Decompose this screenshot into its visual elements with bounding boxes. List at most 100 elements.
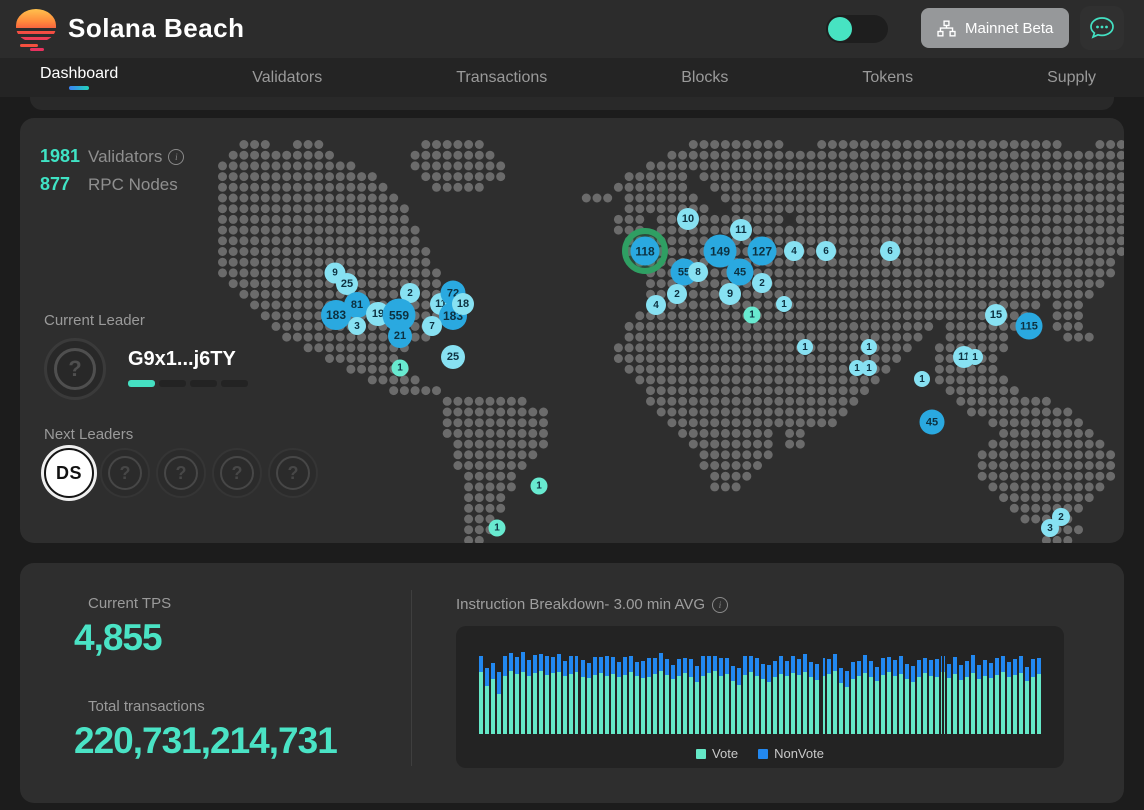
nav-supply[interactable]: Supply [1047,69,1096,87]
map-bubble[interactable]: 11 [730,219,752,241]
map-bubble[interactable]: 2 [667,284,687,304]
sunset-logo-icon[interactable] [14,7,58,51]
next-leader-avatar[interactable]: ? [212,448,262,498]
map-bubble[interactable]: 183 [321,300,351,330]
map-bubble[interactable]: 1 [744,307,761,324]
chart-bar [1001,656,1005,734]
chart-bar [1019,656,1023,734]
vertical-divider [411,590,412,766]
chart-gridline [699,636,701,734]
chart-bar [635,662,639,734]
theme-toggle[interactable] [826,15,888,43]
chart-bar [917,660,921,734]
validators-info-icon[interactable]: i [168,149,184,165]
map-bubble[interactable]: 1 [914,371,930,387]
chart-bar [707,656,711,734]
map-bubble[interactable]: 25 [441,345,465,369]
map-bubble[interactable]: 10 [677,208,699,230]
chart-bar [761,664,765,734]
map-bubble[interactable]: 4 [784,241,804,261]
current-leader-name[interactable]: G9x1...j6TY [128,348,236,371]
nav-dashboard[interactable]: Dashboard [40,65,118,90]
next-leader-avatar[interactable]: ? [156,448,206,498]
chart-bar [911,666,915,734]
question-mark-icon: ? [54,348,96,390]
chart-bar [725,658,729,734]
question-mark-icon: ? [108,456,142,490]
chart-bar [533,655,537,734]
map-bubble[interactable]: 45 [920,410,945,435]
map-bubble[interactable]: 115 [1016,313,1043,340]
chart-bar [659,653,663,734]
chart-bar [785,661,789,734]
chart-bar [845,671,849,734]
legend-nonvote[interactable]: NonVote [758,746,824,761]
map-bubble[interactable]: 45 [727,259,754,286]
active-tab-underline [69,86,89,90]
chart-info-icon[interactable]: i [712,597,728,613]
chart-bar [629,656,633,734]
chart-bar [815,664,819,734]
map-bubble[interactable]: 1 [531,478,548,495]
chart-bar [671,665,675,734]
chat-button[interactable] [1080,6,1124,50]
chart-bar [713,656,717,734]
map-bubble[interactable]: 21 [388,324,412,348]
nav-tokens[interactable]: Tokens [862,69,913,87]
chart-bar [899,656,903,734]
chart-bar [947,664,951,734]
map-bubble[interactable]: 118 [631,237,660,266]
next-leader-avatar-ds[interactable]: DS [44,448,94,498]
nav-transactions[interactable]: Transactions [456,69,547,87]
map-bubble[interactable]: 1 [861,360,877,376]
instruction-breakdown-chart: Vote NonVote [456,626,1064,768]
map-bubble[interactable]: 3 [1041,519,1059,537]
map-bubble[interactable]: 7 [422,316,442,336]
chart-bar [839,668,843,734]
chart-bar [497,672,501,734]
chart-bar [623,657,627,734]
current-leader-avatar[interactable]: ? [44,338,106,400]
next-leader-avatar[interactable]: ? [100,448,150,498]
map-bubble[interactable]: 9 [719,283,741,305]
map-bubble[interactable]: 18 [452,293,474,315]
map-bubble[interactable]: 6 [816,241,836,261]
network-icon [937,20,956,37]
map-bubble[interactable]: 127 [748,237,777,266]
map-bubble[interactable]: 1 [776,296,792,312]
nonvote-swatch [758,749,768,759]
map-bubble[interactable]: 3 [348,317,366,335]
map-bubble[interactable]: 4 [646,295,666,315]
chart-bar [857,661,861,734]
next-leader-avatar[interactable]: ? [268,448,318,498]
total-transactions-value: 220,731,214,731 [74,720,337,762]
chart-bar [869,661,873,734]
map-bubble[interactable]: 1 [489,520,506,537]
network-select-button[interactable]: Mainnet Beta [921,8,1069,48]
map-bubble[interactable]: 6 [880,241,900,261]
map-bubble[interactable]: 2 [752,273,772,293]
chart-bar [545,656,549,734]
chart-bar [521,652,525,734]
chart-bar [743,656,747,734]
nav-validators[interactable]: Validators [252,69,322,87]
nav-blocks[interactable]: Blocks [681,69,728,87]
chart-bar [1025,667,1029,734]
chart-bar [683,658,687,734]
map-bubble[interactable]: 15 [985,304,1007,326]
current-tps-label: Current TPS [88,595,171,612]
chart-bar [779,656,783,734]
chart-bar [569,656,573,734]
chart-bar [923,658,927,734]
chart-bar [791,656,795,734]
chart-bar [995,658,999,734]
map-bubble[interactable]: 1 [392,360,409,377]
chart-bar [827,659,831,734]
map-bubble[interactable]: 1 [797,339,813,355]
map-bubble[interactable]: 1 [967,349,983,365]
legend-vote[interactable]: Vote [696,746,738,761]
map-bubble[interactable]: 8 [688,262,708,282]
chart-bar [767,665,771,734]
chart-bar [1007,662,1011,734]
map-bubble[interactable]: 1 [861,339,877,355]
